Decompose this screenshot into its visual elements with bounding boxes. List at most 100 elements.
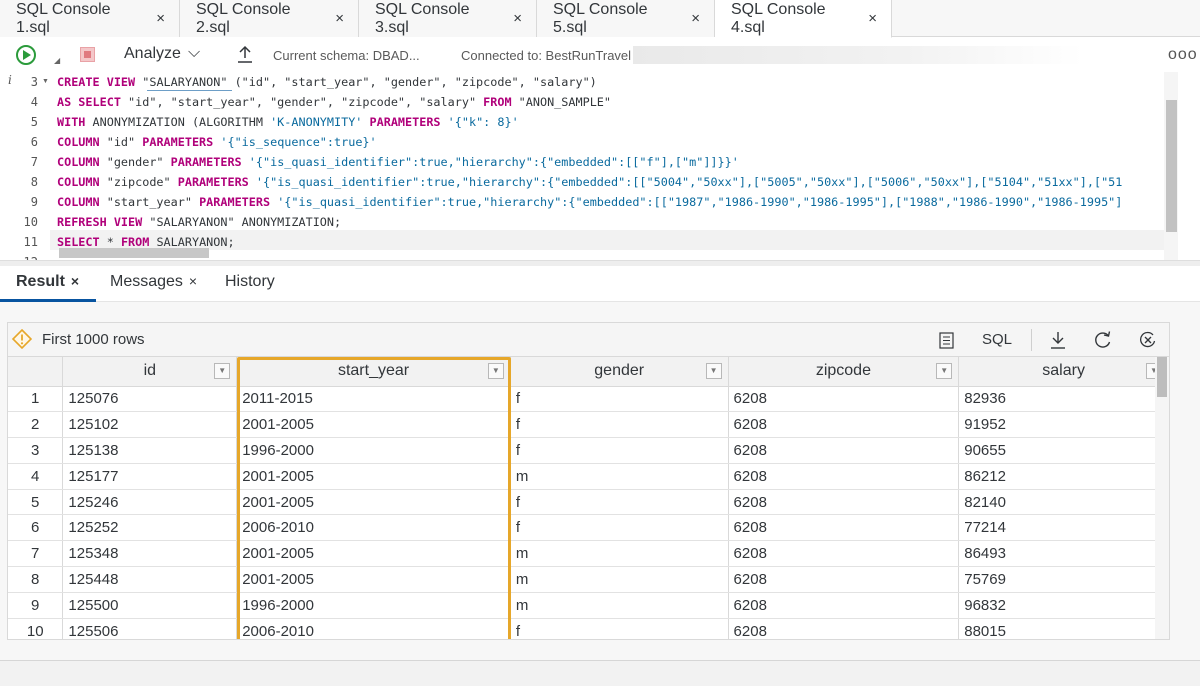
close-icon[interactable]: × <box>868 10 877 27</box>
filter-dropdown-icon[interactable]: ▼ <box>936 363 953 379</box>
more-options-icon[interactable]: ooo <box>1168 46 1198 64</box>
tab-sql-console-3[interactable]: SQL Console 3.sql × <box>359 0 537 37</box>
cell-gender[interactable]: f <box>510 618 729 639</box>
cell-id[interactable]: 125348 <box>62 540 238 568</box>
cell-start-year[interactable]: 1996-2000 <box>236 437 511 464</box>
cell-salary[interactable]: 91952 <box>958 411 1169 439</box>
cell-id[interactable]: 125252 <box>62 514 238 542</box>
column-header-salary[interactable]: salary ▼ <box>958 357 1169 387</box>
code-line[interactable]: SELECT * FROM SALARYANON; <box>57 235 235 249</box>
code-line[interactable]: COLUMN "id" PARAMETERS '{"is_sequence":t… <box>57 135 377 149</box>
close-icon[interactable]: × <box>71 273 79 289</box>
cell-gender[interactable]: f <box>510 514 729 542</box>
cell-start-year[interactable]: 2001-2005 <box>236 489 511 516</box>
close-icon[interactable]: × <box>335 10 344 27</box>
cell-gender[interactable]: f <box>510 411 729 439</box>
row-number[interactable]: 3 <box>8 437 64 464</box>
grid-vertical-scroll-thumb[interactable] <box>1157 357 1167 397</box>
cell-zipcode[interactable]: 6208 <box>728 437 960 464</box>
cell-zipcode[interactable]: 6208 <box>728 540 960 568</box>
cell-gender[interactable]: m <box>510 592 729 619</box>
grid-vertical-scrollbar[interactable] <box>1155 357 1169 639</box>
current-schema-label[interactable]: Current schema: DBAD... <box>273 48 420 63</box>
column-header-start-year[interactable]: start_year ▼ <box>236 357 511 387</box>
cell-id[interactable]: 125076 <box>62 386 238 413</box>
cell-zipcode[interactable]: 6208 <box>728 386 960 413</box>
cell-gender[interactable]: m <box>510 566 729 593</box>
table-row[interactable]: 1 125076 2011-2015 f 6208 82936 <box>8 386 1169 413</box>
cell-salary[interactable]: 86493 <box>958 540 1169 568</box>
stop-icon[interactable] <box>80 47 95 62</box>
cell-gender[interactable]: f <box>510 386 729 413</box>
table-row[interactable]: 6 125252 2006-2010 f 6208 77214 <box>8 514 1169 542</box>
cell-id[interactable]: 125138 <box>62 437 238 464</box>
column-header-zipcode[interactable]: zipcode ▼ <box>728 357 960 387</box>
column-header-gender[interactable]: gender ▼ <box>510 357 729 387</box>
code-line[interactable]: COLUMN "start_year" PARAMETERS '{"is_qua… <box>57 195 1122 209</box>
cell-start-year[interactable]: 2001-2005 <box>236 411 511 439</box>
tab-sql-console-5[interactable]: SQL Console 4.sql × <box>715 0 892 38</box>
row-number[interactable]: 4 <box>8 463 64 490</box>
analyze-button[interactable]: Analyze <box>124 45 181 63</box>
refresh-icon[interactable] <box>1094 330 1112 350</box>
table-row[interactable]: 8 125448 2001-2005 m 6208 75769 <box>8 566 1169 593</box>
table-row[interactable]: 3 125138 1996-2000 f 6208 90655 <box>8 437 1169 464</box>
cell-zipcode[interactable]: 6208 <box>728 618 960 639</box>
filter-dropdown-icon[interactable]: ▼ <box>705 363 722 379</box>
upload-icon[interactable] <box>237 44 253 64</box>
cell-gender[interactable]: m <box>510 540 729 568</box>
code-line[interactable]: AS SELECT "id", "start_year", "gender", … <box>57 95 611 109</box>
cell-start-year[interactable]: 2001-2005 <box>236 566 511 593</box>
cell-id[interactable]: 125246 <box>62 489 238 516</box>
row-number[interactable]: 9 <box>8 592 64 619</box>
cell-start-year[interactable]: 2006-2010 <box>236 618 511 639</box>
code-line[interactable]: CREATE VIEW "SALARYANON" ("id", "start_y… <box>57 75 597 89</box>
cell-id[interactable]: 125448 <box>62 566 238 593</box>
row-number[interactable]: 2 <box>8 411 64 439</box>
run-dropdown-icon[interactable]: ◢ <box>54 56 60 65</box>
row-number[interactable]: 1 <box>8 386 64 413</box>
cell-salary[interactable]: 75769 <box>958 566 1169 593</box>
cell-zipcode[interactable]: 6208 <box>728 463 960 490</box>
code-line[interactable]: WITH ANONYMIZATION (ALGORITHM 'K-ANONYMI… <box>57 115 519 129</box>
close-icon[interactable]: × <box>189 273 197 289</box>
cell-start-year[interactable]: 2006-2010 <box>236 514 511 542</box>
cell-zipcode[interactable]: 6208 <box>728 514 960 542</box>
tab-sql-console-2[interactable]: SQL Console 2.sql × <box>180 0 359 37</box>
tab-sql-console-1[interactable]: SQL Console 1.sql × <box>0 0 180 37</box>
tab-messages[interactable]: Messages × <box>110 273 197 291</box>
cell-zipcode[interactable]: 6208 <box>728 489 960 516</box>
editor-horizontal-scroll-thumb[interactable] <box>59 248 209 258</box>
code-line[interactable]: COLUMN "gender" PARAMETERS '{"is_quasi_i… <box>57 155 739 169</box>
table-row[interactable]: 7 125348 2001-2005 m 6208 86493 <box>8 540 1169 568</box>
row-number[interactable]: 7 <box>8 540 64 568</box>
sql-editor[interactable]: i ▼ 3456789101112 CREATE VIEW "SALARYANO… <box>0 72 1200 260</box>
filter-dropdown-icon[interactable]: ▼ <box>214 363 231 379</box>
clear-results-icon[interactable] <box>1139 330 1157 350</box>
close-icon[interactable]: × <box>156 10 165 27</box>
cell-salary[interactable]: 77214 <box>958 514 1169 542</box>
row-number[interactable]: 10 <box>8 618 64 639</box>
cell-start-year[interactable]: 2001-2005 <box>236 540 511 568</box>
close-icon[interactable]: × <box>513 10 522 27</box>
cell-id[interactable]: 125177 <box>62 463 238 490</box>
editor-vertical-scroll-thumb[interactable] <box>1166 100 1177 232</box>
tab-result[interactable]: Result × <box>16 273 79 291</box>
cell-zipcode[interactable]: 6208 <box>728 411 960 439</box>
tab-sql-console-4[interactable]: SQL Console 5.sql × <box>537 0 715 37</box>
cell-gender[interactable]: f <box>510 489 729 516</box>
cell-id[interactable]: 125500 <box>62 592 238 619</box>
row-number[interactable]: 8 <box>8 566 64 593</box>
table-row[interactable]: 10 125506 2006-2010 f 6208 88015 <box>8 618 1169 639</box>
table-row[interactable]: 5 125246 2001-2005 f 6208 82140 <box>8 489 1169 516</box>
table-row[interactable]: 9 125500 1996-2000 m 6208 96832 <box>8 592 1169 619</box>
row-number[interactable]: 6 <box>8 514 64 542</box>
cell-salary[interactable]: 88015 <box>958 618 1169 639</box>
sql-button[interactable]: SQL <box>982 331 1012 348</box>
cell-gender[interactable]: m <box>510 463 729 490</box>
filter-dropdown-icon[interactable]: ▼ <box>487 363 504 379</box>
table-row[interactable]: 4 125177 2001-2005 m 6208 86212 <box>8 463 1169 490</box>
tab-history[interactable]: History <box>225 273 275 291</box>
cell-start-year[interactable]: 2011-2015 <box>236 386 511 413</box>
close-icon[interactable]: × <box>691 10 700 27</box>
